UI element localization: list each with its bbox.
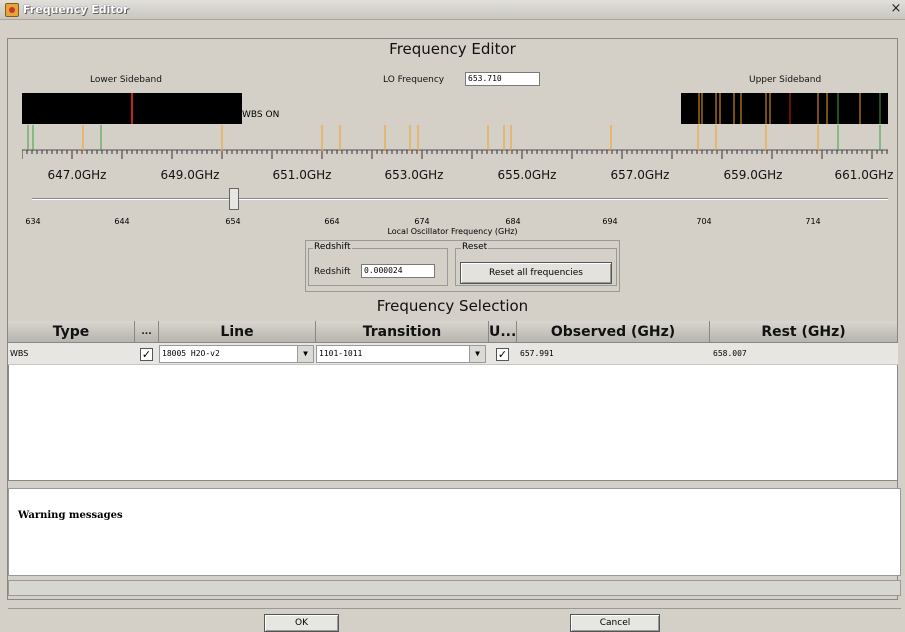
lo-frequency-field[interactable]: 653.710 — [465, 72, 540, 86]
frequency-tick-label: 655.0GHz — [497, 168, 557, 182]
redshift-group-title: Redshift — [313, 242, 352, 252]
col-header-type[interactable]: Type — [8, 321, 135, 343]
reset-all-frequencies-button[interactable]: Reset all frequencies — [460, 262, 612, 284]
redshift-label: Redshift — [314, 267, 351, 277]
slider-tick-label: 684 — [505, 217, 521, 226]
col-header-select[interactable]: ... — [135, 321, 159, 343]
col-header-observed[interactable]: Observed (GHz) — [517, 321, 710, 343]
col-header-line[interactable]: Line — [159, 321, 316, 343]
checkmark-icon: ✓ — [497, 348, 508, 361]
row-observed[interactable]: 657.991 — [520, 343, 554, 365]
col-header-rest[interactable]: Rest (GHz) — [710, 321, 898, 343]
warning-messages-label: Warning messages — [18, 510, 123, 521]
cancel-button[interactable]: Cancel — [570, 614, 660, 632]
frequency-tick-label: 647.0GHz — [47, 168, 107, 182]
chevron-down-icon: ▼ — [297, 346, 313, 362]
slider-tick-label: 704 — [696, 217, 712, 226]
row-type: WBS — [10, 349, 29, 358]
row-use-checkbox[interactable]: ✓ — [496, 348, 509, 361]
ok-button[interactable]: OK — [264, 614, 339, 632]
lower-sideband-label: Lower Sideband — [90, 75, 162, 85]
warning-panel — [8, 488, 901, 576]
frequency-tick-label: 661.0GHz — [834, 168, 894, 182]
lo-slider-thumb[interactable] — [229, 188, 239, 210]
frequency-tick-label: 649.0GHz — [160, 168, 220, 182]
chevron-down-icon: ▼ — [469, 346, 485, 362]
lo-axis-title: Local Oscillator Frequency (GHz) — [387, 227, 518, 236]
transition-value: 1101-1011 — [319, 349, 363, 358]
col-header-use[interactable]: U... — [489, 321, 517, 343]
upper-sideband-label: Upper Sideband — [749, 75, 822, 85]
slider-tick-label: 654 — [225, 217, 241, 226]
window-title: Frequency Editor — [23, 3, 129, 16]
slider-tick-label: 694 — [602, 217, 618, 226]
editor-heading: Frequency Editor — [389, 40, 516, 58]
selection-heading: Frequency Selection — [376, 297, 529, 315]
col-header-transition[interactable]: Transition — [316, 321, 489, 343]
row-select-checkbox[interactable]: ✓ — [140, 348, 153, 361]
close-icon[interactable]: × — [889, 2, 903, 16]
slider-tick-label: 674 — [414, 217, 430, 226]
frequency-tick-label: 659.0GHz — [723, 168, 783, 182]
lo-frequency-label: LO Frequency — [383, 75, 445, 85]
line-value: 18005 H2O-v2 — [162, 349, 220, 358]
frequency-editor-window: Frequency Editor × Frequency Editor Lowe… — [0, 0, 905, 632]
title-bar: Frequency Editor × — [0, 0, 905, 20]
frequency-tick-label: 651.0GHz — [272, 168, 332, 182]
transition-combo[interactable]: 1101-1011 ▼ — [316, 345, 486, 363]
slider-tick-label: 714 — [805, 217, 821, 226]
status-field — [8, 580, 901, 596]
frequency-tick-label: 657.0GHz — [610, 168, 670, 182]
row-rest[interactable]: 658.007 — [713, 343, 747, 365]
java-app-icon — [5, 3, 19, 17]
frequency-tick-label: 653.0GHz — [384, 168, 444, 182]
redshift-field[interactable]: 0.000024 — [361, 264, 435, 278]
slider-tick-label: 644 — [114, 217, 130, 226]
frequency-axis — [22, 93, 888, 159]
checkmark-icon: ✓ — [141, 348, 152, 361]
reset-group-title: Reset — [461, 242, 489, 252]
slider-tick-label: 664 — [324, 217, 340, 226]
lo-slider-track[interactable] — [32, 198, 888, 200]
divider — [8, 608, 901, 609]
line-combo[interactable]: 18005 H2O-v2 ▼ — [159, 345, 314, 363]
slider-tick-label: 634 — [25, 217, 41, 226]
